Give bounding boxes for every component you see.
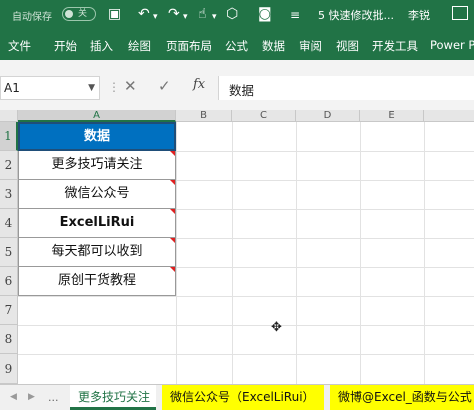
undo-dropdown-icon[interactable]: ▾ bbox=[153, 9, 158, 25]
column-header-e[interactable]: E bbox=[360, 110, 424, 122]
scroll-right-icon[interactable]: ▶ bbox=[28, 392, 35, 402]
tab-formulas[interactable]: 公式 bbox=[225, 38, 248, 54]
cell-text: ExcelLiRui bbox=[59, 215, 135, 230]
tab-draw[interactable]: 绘图 bbox=[128, 38, 151, 54]
grid-line bbox=[424, 122, 425, 384]
column-header-f[interactable] bbox=[424, 110, 474, 122]
cell-a2[interactable]: 更多技巧请关注 bbox=[18, 151, 176, 180]
cell-text: 原创干货教程 bbox=[57, 273, 136, 288]
grid-line bbox=[18, 354, 474, 355]
select-all-corner[interactable] bbox=[0, 110, 18, 122]
toggle-knob bbox=[65, 10, 73, 18]
cell-a5[interactable]: 每天都可以收到 bbox=[18, 238, 176, 267]
grid-line bbox=[360, 122, 361, 384]
autosave-label: 自动保存 bbox=[12, 12, 52, 23]
ribbon-tabs: 文件 开始 插入 绘图 页面布局 公式 数据 审阅 视图 开发工具 Power … bbox=[0, 30, 474, 60]
enter-icon[interactable]: ✓ bbox=[158, 77, 171, 95]
more-sheets-icon[interactable]: ... bbox=[48, 391, 59, 404]
tab-power-pivot[interactable]: Power P bbox=[430, 38, 474, 52]
undo-icon[interactable]: ↶ bbox=[138, 6, 150, 22]
comment-indicator-icon[interactable] bbox=[170, 180, 175, 185]
save-icon[interactable]: ▣ bbox=[108, 6, 121, 22]
row-header-9[interactable]: 9 bbox=[0, 354, 18, 384]
cell-text: 微信公众号 bbox=[64, 186, 130, 201]
separator-icon: ⋮ bbox=[108, 80, 120, 94]
tab-review[interactable]: 审阅 bbox=[299, 38, 322, 54]
comment-indicator-icon[interactable] bbox=[170, 209, 175, 214]
column-header-b[interactable]: B bbox=[176, 110, 232, 122]
formula-value: 数据 bbox=[229, 83, 255, 98]
tab-view[interactable]: 视图 bbox=[336, 38, 359, 54]
cell-text: 每天都可以收到 bbox=[51, 244, 143, 259]
sheet-tab-2[interactable]: 微信公众号（ExcelLiRui） bbox=[162, 385, 324, 410]
cell-text: 更多技巧请关注 bbox=[51, 157, 143, 172]
touch-mode-icon[interactable]: ☝ bbox=[198, 6, 207, 22]
mouse-cursor-icon: ✥ bbox=[271, 320, 282, 335]
grid-line bbox=[18, 325, 474, 326]
tab-file[interactable]: 文件 bbox=[8, 38, 31, 54]
tab-page-layout[interactable]: 页面布局 bbox=[166, 38, 212, 54]
sheet-tab-3[interactable]: 微博@Excel_函数与公式 bbox=[330, 385, 474, 410]
document-title: 5 快速修改批... bbox=[318, 9, 394, 22]
grid-line bbox=[232, 122, 233, 384]
scroll-left-icon[interactable]: ◀ bbox=[10, 392, 17, 402]
cell-a3[interactable]: 微信公众号 bbox=[18, 180, 176, 209]
row-header-8[interactable]: 8 bbox=[0, 325, 18, 354]
row-header-6[interactable]: 6 bbox=[0, 267, 18, 296]
grid-line bbox=[18, 296, 474, 297]
user-name[interactable]: 李锐 bbox=[408, 7, 430, 23]
comment-indicator-icon[interactable] bbox=[170, 238, 175, 243]
tab-developer[interactable]: 开发工具 bbox=[372, 38, 418, 54]
comment-indicator-icon[interactable] bbox=[170, 267, 175, 272]
comment-indicator-icon[interactable] bbox=[170, 151, 175, 156]
sheet-tab-bar: ◀ ▶ ... 更多技巧关注 微信公众号（ExcelLiRui） 微博@Exce… bbox=[0, 384, 474, 410]
column-header-a[interactable]: A bbox=[18, 110, 176, 122]
row-header-2[interactable]: 2 bbox=[0, 151, 18, 180]
column-header-d[interactable]: D bbox=[296, 110, 360, 122]
insert-function-icon[interactable]: fx bbox=[193, 77, 205, 92]
tab-insert[interactable]: 插入 bbox=[90, 38, 113, 54]
chevron-down-icon[interactable]: ▼ bbox=[88, 83, 95, 93]
redo-dropdown-icon[interactable]: ▾ bbox=[183, 9, 188, 25]
redo-icon[interactable]: ↷ bbox=[168, 6, 180, 22]
autosave-state: 关 bbox=[78, 9, 88, 19]
cell-a4[interactable]: ExcelLiRui bbox=[18, 209, 176, 238]
ribbon-display-options-icon[interactable] bbox=[452, 6, 468, 20]
customize-qat-icon[interactable]: ≡ bbox=[290, 7, 300, 23]
autosave-toggle[interactable]: 关 bbox=[62, 7, 96, 21]
shape-icon[interactable]: ⬡ bbox=[226, 6, 238, 22]
name-box[interactable]: A1 ▼ bbox=[0, 76, 100, 100]
row-header-3[interactable]: 3 bbox=[0, 180, 18, 209]
row-header-5[interactable]: 5 bbox=[0, 238, 18, 267]
row-header-1[interactable]: 1 bbox=[0, 122, 18, 151]
row-header-7[interactable]: 7 bbox=[0, 296, 18, 325]
formula-bar: A1 ▼ ⋮ ✕ ✓ fx 数据 bbox=[0, 60, 474, 110]
row-header-4[interactable]: 4 bbox=[0, 209, 18, 238]
tab-home[interactable]: 开始 bbox=[54, 38, 77, 54]
cancel-icon[interactable]: ✕ bbox=[124, 77, 137, 95]
sheet-tab-1[interactable]: 更多技巧关注 bbox=[70, 385, 156, 410]
cell-a1[interactable]: 数据 bbox=[18, 122, 176, 151]
touch-dropdown-icon[interactable]: ▾ bbox=[212, 9, 217, 25]
grid-line bbox=[296, 122, 297, 384]
title-bar: 自动保存 关 ▣ ↶ ▾ ↷ ▾ ☝ ▾ ⬡ ◙ ≡ 5 快速修改批... 李锐 bbox=[0, 0, 474, 30]
name-box-value: A1 bbox=[4, 81, 20, 95]
cell-a6[interactable]: 原创干货教程 bbox=[18, 267, 176, 296]
grid-line bbox=[176, 122, 177, 384]
tab-data[interactable]: 数据 bbox=[262, 38, 285, 54]
camera-icon[interactable]: ◙ bbox=[258, 6, 272, 22]
column-header-c[interactable]: C bbox=[232, 110, 296, 122]
formula-input[interactable]: 数据 bbox=[218, 76, 474, 100]
